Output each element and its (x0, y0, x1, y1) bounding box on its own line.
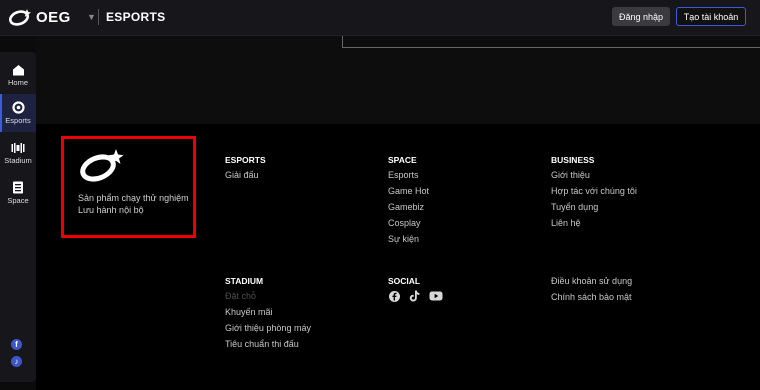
sidebar-item-space[interactable]: Space (0, 174, 36, 212)
top-bar: OEG ▼ ESPORTS Đăng nhập Tạo tài khoản (0, 0, 760, 36)
footer-link-dieu-khoan[interactable]: Điều khoản sử dụng (551, 276, 632, 286)
facebook-icon[interactable] (388, 290, 401, 302)
facebook-icon[interactable]: f (11, 339, 22, 350)
footer-link-esports[interactable]: Esports (388, 170, 419, 180)
brand-text-line1: Sản phẩm chạy thử nghiệm (78, 193, 189, 203)
footer-heading-business: BUSINESS (551, 155, 595, 165)
section-title[interactable]: ESPORTS (106, 10, 165, 24)
tiktok-icon[interactable]: ♪ (11, 356, 22, 367)
sidebar: Home Esports Stadium Space f ♪ (0, 52, 36, 382)
footer-heading-stadium: STADIUM (225, 276, 264, 286)
footer-heading-space: SPACE (388, 155, 417, 165)
esports-icon (11, 101, 25, 114)
login-button[interactable]: Đăng nhập (612, 7, 670, 26)
footer-link-dat-cho[interactable]: Đặt chỗ (225, 291, 256, 301)
logo-text: OEG (36, 8, 71, 26)
footer-link-su-kien[interactable]: Sự kiện (388, 234, 419, 244)
footer-link-lien-he[interactable]: Liên hệ (551, 218, 581, 228)
sidebar-item-home[interactable]: Home (0, 56, 36, 94)
tiktok-icon[interactable] (408, 290, 421, 302)
footer-link-hop-tac[interactable]: Hợp tác với chúng tôi (551, 186, 637, 196)
home-icon (12, 64, 24, 75)
footer-link-cosplay[interactable]: Cosplay (388, 218, 421, 228)
content-panel (342, 36, 760, 48)
footer-link-giai-dau[interactable]: Giải đấu (225, 170, 259, 180)
oeg-logo-icon (8, 9, 31, 26)
sidebar-item-label: Space (7, 196, 29, 205)
sidebar-item-label: Home (7, 77, 28, 87)
footer-link-tuyen-dung[interactable]: Tuyển dụng (551, 202, 598, 212)
footer-link-khuyen-mai[interactable]: Khuyến mãi (225, 307, 273, 317)
footer-link-gioi-thieu[interactable]: Giới thiệu (551, 170, 590, 180)
stadium-icon (11, 142, 25, 153)
footer-link-gamebiz[interactable]: Gamebiz (388, 202, 424, 212)
sidebar-item-esports[interactable]: Esports (0, 94, 36, 132)
sidebar-item-label: Stadium (4, 155, 32, 165)
space-icon (13, 181, 23, 194)
footer-logo[interactable] (78, 147, 126, 188)
content-area (36, 36, 760, 124)
chevron-down-icon[interactable]: ▼ (87, 12, 96, 22)
footer-link-game-hot[interactable]: Game Hot (388, 186, 429, 196)
youtube-icon[interactable] (428, 290, 443, 302)
logo[interactable]: OEG (8, 7, 71, 27)
footer-link-gioi-thieu-phong-may[interactable]: Giới thiệu phòng máy (225, 323, 311, 333)
divider (98, 9, 99, 25)
brand-text-line2: Lưu hành nội bộ (78, 205, 144, 215)
footer-heading-social: SOCIAL (388, 276, 421, 286)
oeg-logo-icon (80, 149, 124, 182)
footer-heading-esports: ESPORTS (225, 155, 266, 165)
sidebar-item-stadium[interactable]: Stadium (0, 134, 36, 172)
signup-button[interactable]: Tạo tài khoản (676, 7, 746, 26)
footer-link-tieu-chuan-thi-dau[interactable]: Tiêu chuẩn thi đấu (225, 339, 299, 349)
sidebar-item-label: Esports (5, 116, 31, 125)
footer-link-chinh-sach[interactable]: Chính sách bảo mật (551, 292, 632, 302)
